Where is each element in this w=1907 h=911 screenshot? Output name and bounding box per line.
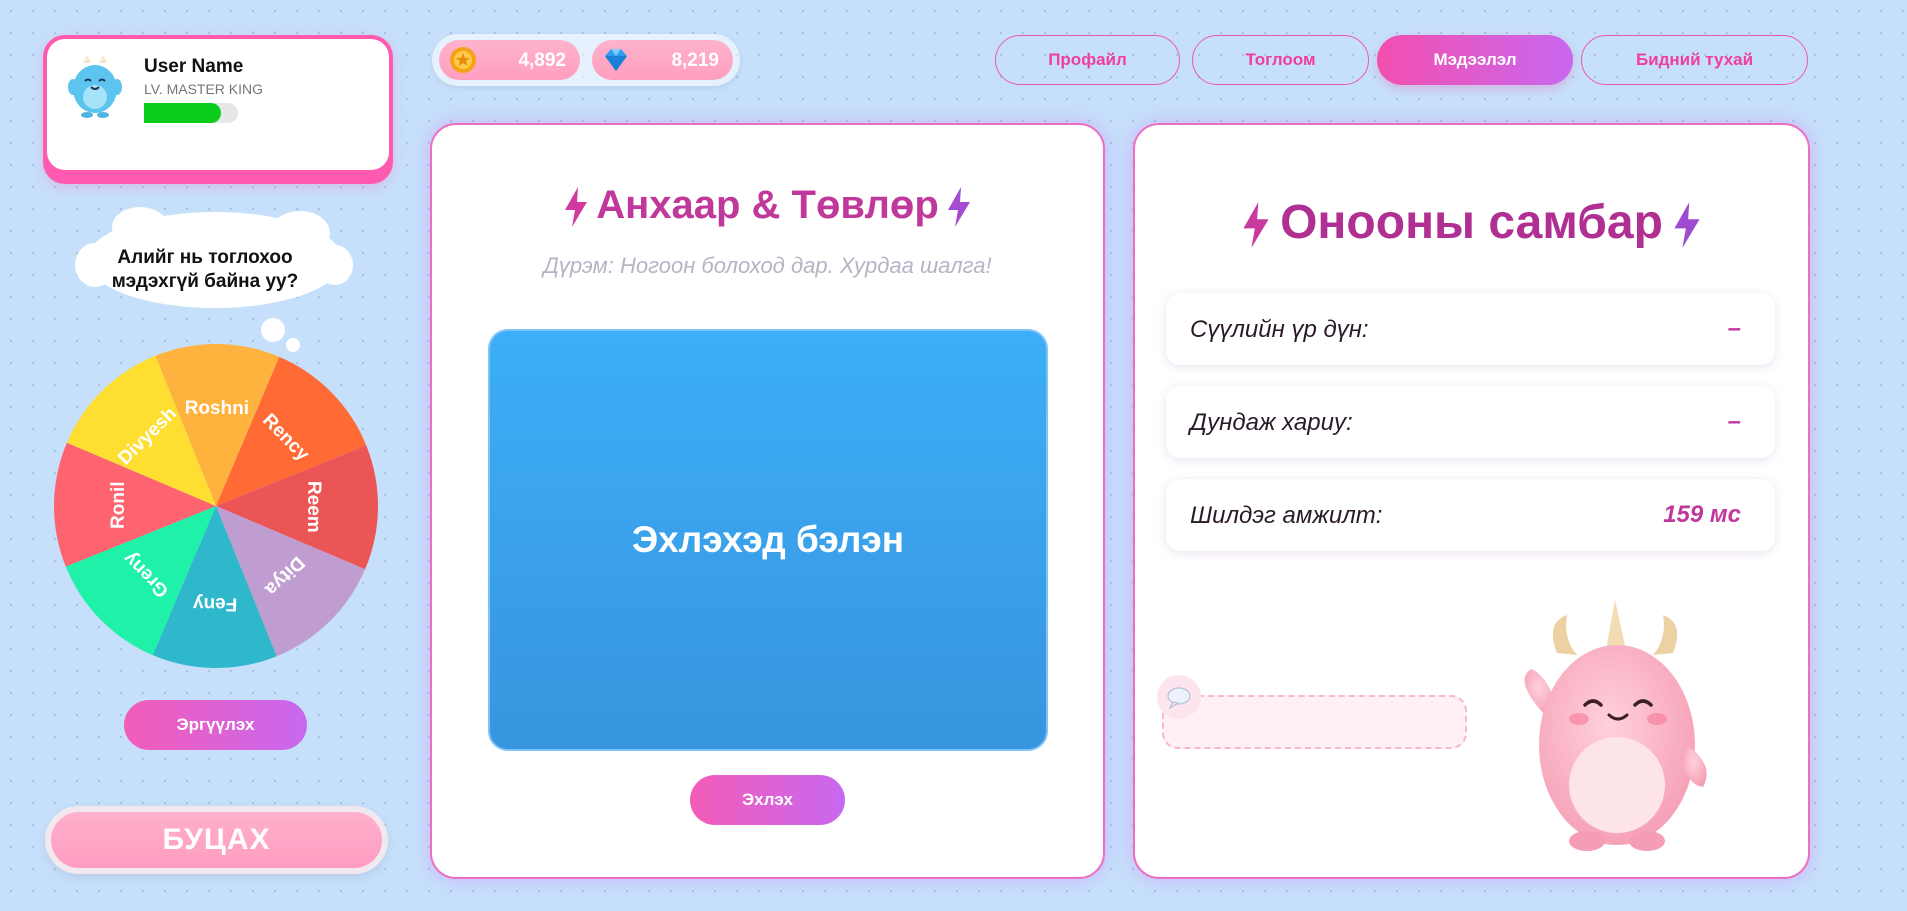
avatar bbox=[68, 55, 122, 118]
stat-label: Шилдэг амжилт: bbox=[1190, 502, 1383, 529]
tab-about-us[interactable]: Бидний тухай bbox=[1581, 35, 1808, 85]
hint-line-2: мэдэхгүй байна уу? bbox=[111, 271, 299, 292]
hint-bubble-text: Алийг нь тоглохоо мэдэхгүй байна уу? bbox=[80, 246, 330, 294]
spin-wheel[interactable]: RoshniRencyReemDityaFenyGrenyRonilDivyes… bbox=[52, 342, 380, 670]
wheel-segment-label: Ronil bbox=[108, 481, 129, 529]
start-button[interactable]: Эхлэх bbox=[690, 775, 845, 825]
tab-profile[interactable]: Профайл bbox=[995, 35, 1180, 85]
back-button[interactable]: БУЦАХ bbox=[45, 806, 388, 874]
stat-value: – bbox=[1727, 315, 1741, 342]
point-text: YOUR POINT IS ... / 10000 bbox=[132, 153, 304, 169]
profile-info: User Name LV. MASTER KING bbox=[47, 39, 389, 170]
scoreboard-title-text: Онооны самбар bbox=[1280, 196, 1663, 249]
stat-value: – bbox=[1727, 408, 1741, 435]
coin-counter: 4,892 bbox=[439, 40, 580, 80]
currency-bar: 4,892 8,219 bbox=[432, 34, 740, 86]
game-title: Анхаар & Төвлөр bbox=[432, 183, 1103, 228]
user-name: User Name bbox=[144, 56, 244, 77]
wheel-segment-label: Reem bbox=[303, 481, 324, 533]
lightning-icon bbox=[947, 187, 970, 228]
gem-value: 8,219 bbox=[671, 50, 719, 71]
stat-value: 159 мс bbox=[1663, 501, 1741, 528]
stat-label: Сүүлийн үр дүн: bbox=[1190, 316, 1369, 343]
spin-button[interactable]: Эргүүлэх bbox=[124, 700, 307, 750]
xp-progress-fill bbox=[144, 103, 222, 123]
scoreboard-title: Онооны самбар bbox=[1135, 195, 1808, 250]
lightning-icon bbox=[1243, 202, 1269, 249]
wheel-segment-label: Feny bbox=[192, 593, 237, 614]
pink-monster-mascot bbox=[1524, 600, 1707, 851]
stat-average: Дундаж хариу: – bbox=[1166, 386, 1775, 458]
stat-last-result: Сүүлийн үр дүн: – bbox=[1166, 293, 1775, 365]
lightning-icon bbox=[1674, 202, 1700, 249]
game-title-text: Анхаар & Төвлөр bbox=[596, 183, 939, 227]
profile-card: User Name LV. MASTER KING YOUR POINT IS … bbox=[43, 35, 393, 184]
coin-value: 4,892 bbox=[518, 50, 566, 71]
game-rule: Дүрэм: Ногоон болоход дар. Хурдаа шалга! bbox=[543, 253, 992, 278]
user-level: LV. MASTER KING bbox=[144, 81, 264, 97]
tab-info[interactable]: Мэдээлэл bbox=[1377, 35, 1573, 85]
wheel-segment-label: Roshni bbox=[185, 398, 250, 420]
xp-progress-bar bbox=[144, 103, 238, 123]
gem-counter: 8,219 bbox=[592, 40, 733, 80]
lightning-icon bbox=[565, 187, 588, 228]
reaction-status: Эхлэхэд бэлэн bbox=[631, 519, 905, 560]
speech-bubble-icon bbox=[1157, 675, 1201, 719]
tab-game[interactable]: Тоглоом bbox=[1192, 35, 1369, 85]
scoreboard-panel: Онооны самбар Сүүлийн үр дүн: – Дундаж х… bbox=[1133, 123, 1810, 879]
game-panel: Анхаар & Төвлөр Дүрэм: Ногоон болоход да… bbox=[430, 123, 1105, 879]
reaction-area[interactable]: Эхлэхэд бэлэн bbox=[488, 329, 1048, 751]
stat-label: Дундаж хариу: bbox=[1190, 409, 1353, 436]
hint-line-1: Алийг нь тоглохоо bbox=[117, 247, 293, 268]
speech-box bbox=[1162, 695, 1467, 749]
stat-best: Шилдэг амжилт: 159 мс bbox=[1166, 479, 1775, 551]
